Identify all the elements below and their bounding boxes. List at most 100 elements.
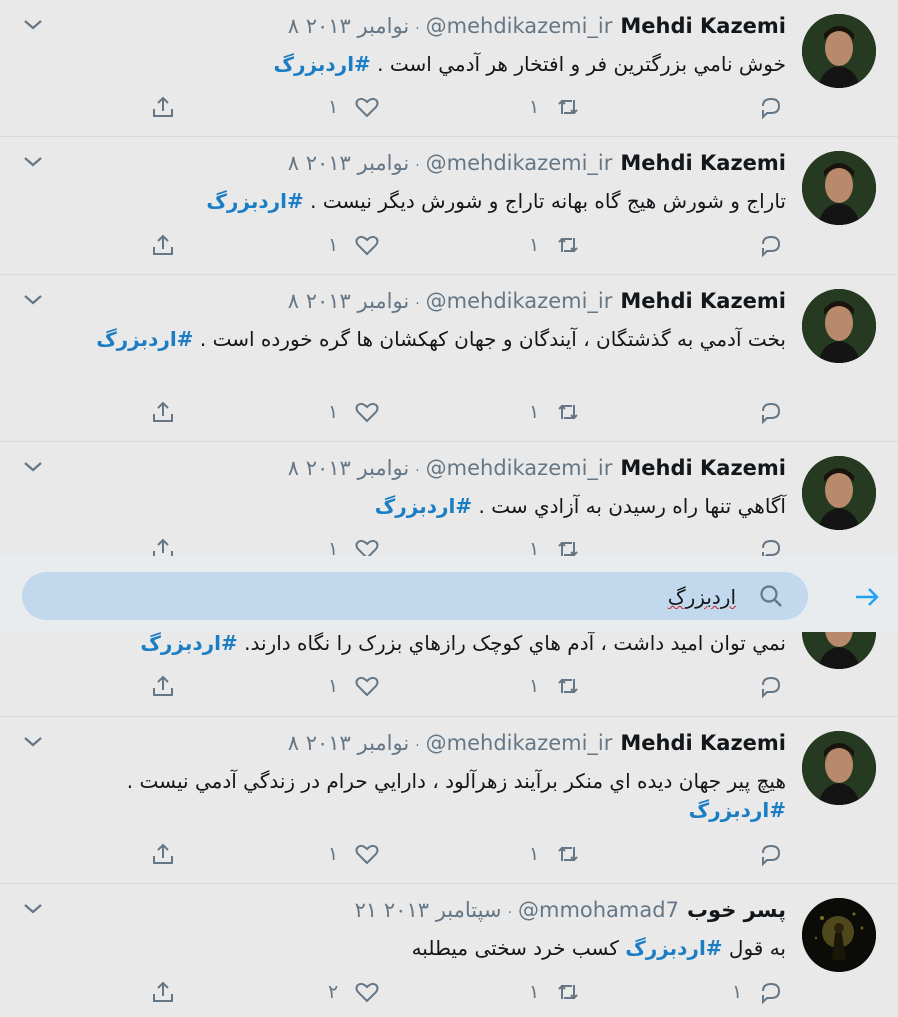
search-field[interactable]: [22, 572, 808, 622]
chevron-down-icon[interactable]: [22, 153, 44, 171]
reply-button[interactable]: [758, 230, 784, 260]
chevron-down-icon[interactable]: [22, 733, 44, 751]
retweet-button[interactable]: ۱: [529, 230, 581, 260]
tweet-date[interactable]: ۸ نوامبر ۲۰۱۳: [288, 731, 409, 755]
retweet-button[interactable]: ۱: [529, 397, 581, 427]
hashtag-link[interactable]: #اردبزرگ: [273, 52, 370, 76]
tweet-header: Mehdi Kazemi @mehdikazemi_ir · ۸ نوامبر …: [288, 151, 786, 175]
author-name[interactable]: پسر خوب: [687, 898, 786, 922]
reply-button[interactable]: [758, 671, 784, 701]
author-handle[interactable]: @mehdikazemi_ir: [426, 731, 613, 755]
like-button[interactable]: ۲: [328, 977, 380, 1007]
reply-button[interactable]: [758, 397, 784, 427]
author-handle[interactable]: @mehdikazemi_ir: [426, 14, 613, 38]
search-input[interactable]: [134, 572, 738, 622]
tweet-date[interactable]: ۲۱ سپتامبر ۲۰۱۳: [355, 898, 502, 922]
tweet-date[interactable]: ۸ نوامبر ۲۰۱۳: [288, 289, 409, 313]
like-count: ۱: [328, 843, 339, 865]
tweet-text: خوش نامي بزرگترين فر و افتخار هر آدمي اس…: [56, 50, 786, 79]
tweet[interactable]: Mehdi Kazemi @mehdikazemi_ir · ۸ نوامبر …: [0, 137, 898, 275]
tweet-body: به قول: [722, 936, 786, 960]
share-button[interactable]: [150, 977, 176, 1007]
tweet-date[interactable]: ۸ نوامبر ۲۰۱۳: [288, 456, 409, 480]
tweet-text: نمي توان اميد داشت ، آدم هاي کوچک رازهاي…: [56, 629, 786, 658]
author-name[interactable]: Mehdi Kazemi: [620, 151, 786, 175]
share-button[interactable]: [150, 230, 176, 260]
reply-button[interactable]: [758, 92, 784, 122]
like-button[interactable]: ۱: [328, 671, 380, 701]
retweet-icon: [558, 99, 578, 115]
retweet-count: ۱: [529, 675, 540, 697]
tweet[interactable]: Mehdi Kazemi @mehdikazemi_ir · ۸ نوامبر …: [0, 275, 898, 442]
chevron-down-icon[interactable]: [22, 900, 44, 918]
tweet-body: بخت آدمي به گذشتگان ، آيندگان و جهان کهک…: [193, 327, 786, 351]
like-button[interactable]: ۱: [328, 230, 380, 260]
tweet-header: Mehdi Kazemi @mehdikazemi_ir · ۸ نوامبر …: [288, 14, 786, 38]
search-icon[interactable]: [758, 583, 784, 609]
arrow-right-icon[interactable]: [852, 582, 882, 612]
tweet-actions: ۱ ۱: [0, 671, 898, 701]
hashtag-link[interactable]: #اردبزرگ: [375, 494, 472, 518]
tweet-date[interactable]: ۸ نوامبر ۲۰۱۳: [288, 14, 409, 38]
retweet-button[interactable]: ۱: [529, 671, 581, 701]
author-handle[interactable]: @mehdikazemi_ir: [426, 456, 613, 480]
avatar[interactable]: [802, 898, 876, 972]
retweet-icon: [558, 678, 578, 694]
like-button[interactable]: ۱: [328, 839, 380, 869]
reply-icon: [762, 402, 781, 425]
author-name[interactable]: Mehdi Kazemi: [620, 731, 786, 755]
tweet-actions: ۱ ۱: [0, 397, 898, 427]
avatar[interactable]: [802, 289, 876, 363]
share-button[interactable]: [150, 92, 176, 122]
tweet-text: به قول #اردبزرگ کسب خرد سختی میطلبه: [56, 934, 786, 963]
chevron-down-icon[interactable]: [22, 291, 44, 309]
tweet[interactable]: پسر خوب @mmohamad7 · ۲۱ سپتامبر ۲۰۱۳ به …: [0, 884, 898, 1017]
author-name[interactable]: Mehdi Kazemi: [620, 14, 786, 38]
share-button[interactable]: [150, 397, 176, 427]
tweet-text: هيچ پير جهان ديده اي منکر برآيند زهرآلود…: [56, 767, 786, 825]
author-handle[interactable]: @mehdikazemi_ir: [426, 289, 613, 313]
tweet-date[interactable]: ۸ نوامبر ۲۰۱۳: [288, 151, 409, 175]
hashtag-link[interactable]: #اردبزرگ: [689, 798, 786, 822]
tweet-body: خوش نامي بزرگترين فر و افتخار هر آدمي اس…: [370, 52, 786, 76]
retweet-icon: [558, 237, 578, 253]
hashtag-link[interactable]: #اردبزرگ: [140, 631, 237, 655]
like-count: ۱: [328, 96, 339, 118]
avatar[interactable]: [802, 14, 876, 88]
avatar[interactable]: [802, 731, 876, 805]
retweet-button[interactable]: ۱: [529, 977, 581, 1007]
separator-dot: ·: [507, 905, 512, 921]
chevron-down-icon[interactable]: [22, 458, 44, 476]
hashtag-link[interactable]: #اردبزرگ: [96, 327, 193, 351]
reply-icon: [762, 97, 781, 120]
tweet-actions: ۱ ۱ ۲: [0, 977, 898, 1007]
tweet-actions: ۱ ۱: [0, 92, 898, 122]
avatar[interactable]: [802, 151, 876, 225]
tweet-text: تاراج و شورش هيج گاه بهانه تاراج و شورش …: [56, 187, 786, 216]
author-name[interactable]: Mehdi Kazemi: [620, 456, 786, 480]
like-count: ۱: [328, 401, 339, 423]
chevron-down-icon[interactable]: [22, 16, 44, 34]
separator-dot: ·: [415, 738, 420, 754]
hashtag-link[interactable]: #اردبزرگ: [625, 936, 722, 960]
like-button[interactable]: ۱: [328, 92, 380, 122]
retweet-count: ۱: [529, 234, 540, 256]
hashtag-link[interactable]: #اردبزرگ: [206, 189, 303, 213]
like-count: ۲: [328, 981, 339, 1003]
tweet[interactable]: Mehdi Kazemi @mehdikazemi_ir · ۸ نوامبر …: [0, 717, 898, 884]
share-button[interactable]: [150, 671, 176, 701]
author-name[interactable]: Mehdi Kazemi: [620, 289, 786, 313]
share-icon: [153, 843, 173, 864]
share-button[interactable]: [150, 839, 176, 869]
author-handle[interactable]: @mehdikazemi_ir: [426, 151, 613, 175]
retweet-button[interactable]: ۱: [529, 839, 581, 869]
author-handle[interactable]: @mmohamad7: [518, 898, 679, 922]
reply-button[interactable]: ۱: [732, 977, 784, 1007]
separator-dot: ·: [415, 158, 420, 174]
retweet-button[interactable]: ۱: [529, 92, 581, 122]
avatar[interactable]: [802, 456, 876, 530]
like-button[interactable]: ۱: [328, 397, 380, 427]
tweet[interactable]: Mehdi Kazemi @mehdikazemi_ir · ۸ نوامبر …: [0, 0, 898, 137]
reply-button[interactable]: [758, 839, 784, 869]
reply-icon: [762, 235, 781, 258]
